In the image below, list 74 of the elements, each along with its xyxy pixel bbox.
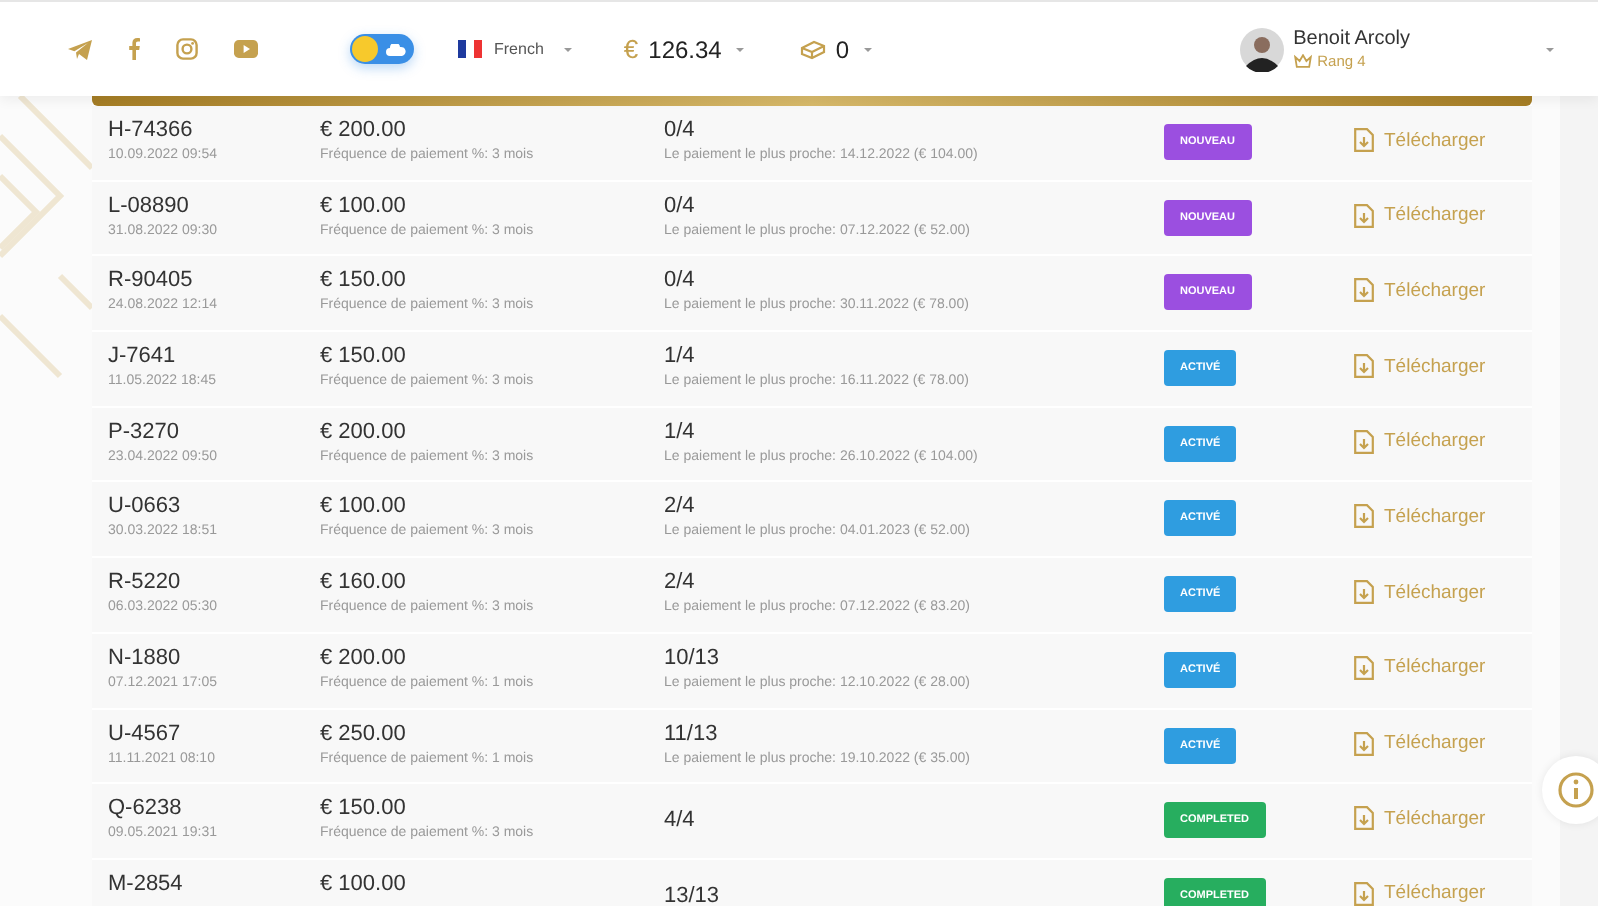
installment-count: 0/4 xyxy=(664,268,697,295)
contract-id: P-3270 xyxy=(108,419,181,446)
telegram-icon[interactable] xyxy=(68,39,92,59)
download-link[interactable]: Télécharger xyxy=(1354,504,1486,529)
user-name: Benoit Arcoly xyxy=(1293,28,1410,50)
file-download-icon xyxy=(1354,504,1374,529)
download-link[interactable]: Télécharger xyxy=(1354,128,1486,152)
caret-icon xyxy=(863,47,872,51)
contract-amount: € 100.00 xyxy=(320,871,408,898)
installment-count: 0/4 xyxy=(664,118,697,144)
theme-toggle[interactable] xyxy=(350,34,414,64)
crown-icon xyxy=(1293,54,1312,68)
contract-amount: € 150.00 xyxy=(320,268,408,295)
balance-selector[interactable]: € 126.34 xyxy=(623,34,744,64)
file-download-icon xyxy=(1354,128,1374,152)
points-selector[interactable]: 0 xyxy=(799,35,872,63)
installment-count: 2/4 xyxy=(664,570,697,597)
file-download-icon xyxy=(1354,354,1374,379)
download-link[interactable]: Télécharger xyxy=(1354,429,1486,454)
info-button[interactable] xyxy=(1542,756,1598,824)
download-link[interactable]: Télécharger xyxy=(1354,881,1486,906)
file-download-icon xyxy=(1354,731,1374,755)
info-icon xyxy=(1558,772,1594,808)
download-link[interactable]: Télécharger xyxy=(1354,203,1486,228)
caret-icon xyxy=(735,47,744,51)
file-download-icon xyxy=(1354,429,1374,454)
contract-id: M-2854 xyxy=(108,871,185,898)
language-selector[interactable]: French xyxy=(458,40,572,58)
download-link[interactable]: Télécharger xyxy=(1354,354,1486,379)
download-link[interactable]: Télécharger xyxy=(1354,278,1486,303)
facebook-icon[interactable] xyxy=(128,38,140,60)
contract-amount: € 200.00 xyxy=(320,419,408,446)
contract-amount: € 150.00 xyxy=(320,796,408,823)
file-download-icon xyxy=(1354,806,1374,831)
contract-amount: € 150.00 xyxy=(320,344,408,371)
caret-icon[interactable] xyxy=(1546,47,1554,51)
caret-icon xyxy=(563,47,572,51)
contract-id: N-1880 xyxy=(108,645,183,672)
installment-count: 1/4 xyxy=(664,419,697,446)
installment-count: 2/4 xyxy=(664,494,697,521)
instagram-icon[interactable] xyxy=(176,38,198,60)
contract-id: J-7641 xyxy=(108,344,178,371)
cloud-icon xyxy=(386,44,406,56)
contract-id: H-74366 xyxy=(108,118,195,144)
contract-amount: € 100.00 xyxy=(320,494,408,521)
download-link[interactable]: Télécharger xyxy=(1354,655,1486,680)
contract-amount: € 200.00 xyxy=(320,118,408,144)
file-download-icon xyxy=(1354,278,1374,303)
file-download-icon xyxy=(1354,203,1374,228)
installment-count: 4/4 xyxy=(664,808,697,835)
file-download-icon xyxy=(1354,881,1374,906)
contract-id: U-4567 xyxy=(108,721,183,747)
contract-amount: € 250.00 xyxy=(320,721,408,747)
contract-amount: € 100.00 xyxy=(320,193,408,220)
youtube-icon[interactable] xyxy=(234,40,258,58)
installment-count: 0/4 xyxy=(664,193,697,220)
download-link[interactable]: Télécharger xyxy=(1354,806,1486,831)
contract-id: L-08890 xyxy=(108,193,191,220)
contract-id: U-0663 xyxy=(108,494,183,521)
installment-count: 1/4 xyxy=(664,344,697,371)
installment-count: 10/13 xyxy=(664,645,722,672)
contract-amount: € 160.00 xyxy=(320,570,408,597)
contract-id: R-5220 xyxy=(108,570,183,597)
installment-count: 13/13 xyxy=(664,883,722,906)
file-download-icon xyxy=(1354,655,1374,680)
france-flag-icon xyxy=(458,40,482,58)
download-link[interactable]: Télécharger xyxy=(1354,731,1486,755)
installment-count: 11/13 xyxy=(664,721,720,747)
contract-amount: € 200.00 xyxy=(320,645,408,672)
contract-id: Q-6238 xyxy=(108,796,184,823)
avatar[interactable] xyxy=(1239,27,1284,71)
file-download-icon xyxy=(1354,580,1374,605)
download-link[interactable]: Télécharger xyxy=(1354,580,1486,605)
contract-id: R-90405 xyxy=(108,268,195,295)
